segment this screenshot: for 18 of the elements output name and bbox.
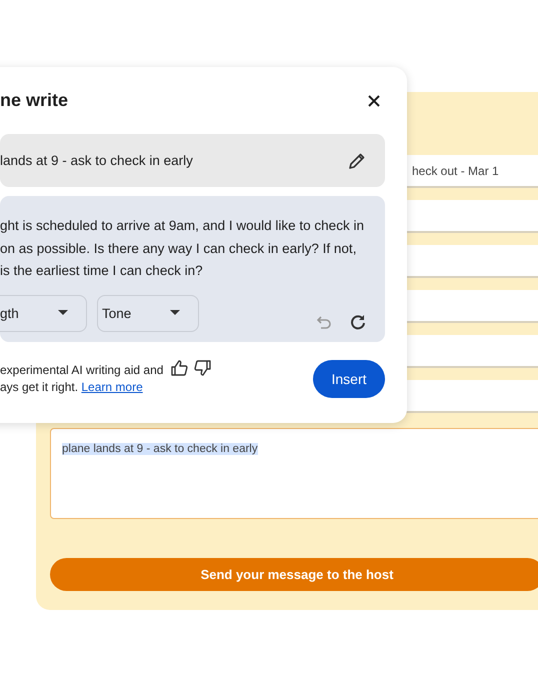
pencil-icon[interactable]	[348, 152, 366, 170]
disclaimer-text: experimental AI writing aid and ays get it right. Learn more	[0, 362, 164, 396]
thumbs-up-icon[interactable]	[171, 360, 188, 376]
learn-more-link[interactable]: Learn more	[81, 380, 143, 394]
refresh-icon[interactable]	[350, 314, 366, 330]
message-field[interactable]: plane lands at 9 - ask to check in early	[50, 428, 538, 519]
result-text: on as possible. Is there any way I can check in early? If not,	[0, 240, 358, 258]
dropdown[interactable]: gth	[0, 294, 87, 332]
thumbs-down-icon[interactable]	[194, 360, 212, 376]
result-text: ght is scheduled to arrive at 9am, and I would like to check in	[0, 217, 365, 235]
prompt-field[interactable]: lands at 9 - ask to check in early	[0, 134, 385, 187]
dialog-title: ne write	[0, 90, 68, 111]
caret-icon	[58, 310, 68, 316]
insert-button[interactable]: Insert	[313, 360, 385, 398]
caret-icon	[170, 310, 180, 316]
close-icon[interactable]	[367, 94, 381, 108]
dropdown[interactable]: Tone	[97, 294, 199, 332]
result-text: is the earliest time I can check in?	[0, 262, 204, 280]
